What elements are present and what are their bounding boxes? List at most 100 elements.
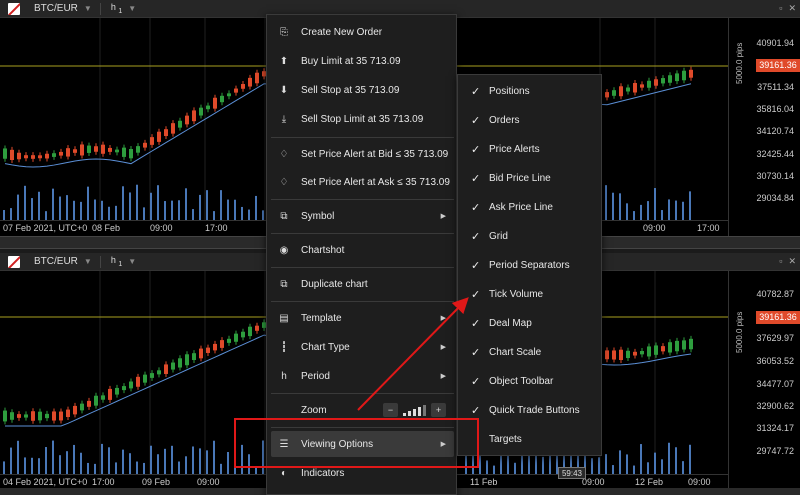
candle[interactable] (682, 340, 686, 350)
candle[interactable] (178, 120, 182, 128)
candle[interactable] (241, 84, 245, 89)
candle[interactable] (17, 152, 21, 160)
candle[interactable] (3, 148, 7, 159)
candle[interactable] (115, 149, 119, 153)
candle[interactable] (619, 349, 623, 361)
menu-item-duplicate-chart[interactable]: ⧉ Duplicate chart (271, 271, 454, 297)
candle[interactable] (185, 115, 189, 125)
candle[interactable] (213, 343, 217, 351)
candle[interactable] (633, 83, 637, 93)
menu-item-template[interactable]: ▤ Template ▶ (271, 305, 454, 331)
submenu-item-positions[interactable]: ✓ Positions (458, 77, 601, 106)
chevron-down-icon[interactable]: ▼ (84, 257, 92, 266)
candle[interactable] (150, 137, 154, 145)
maximize-icon[interactable]: ▫ (779, 3, 782, 14)
candle[interactable] (192, 353, 196, 361)
candle[interactable] (640, 84, 644, 88)
candle[interactable] (178, 358, 182, 368)
zoom-out-icon[interactable]: − (383, 403, 398, 417)
submenu-item-bid-price-line[interactable]: ✓ Bid Price Line (458, 164, 601, 193)
menu-item-period[interactable]: h Period ▶ (271, 363, 454, 389)
candle[interactable] (94, 146, 98, 152)
candle[interactable] (66, 148, 70, 157)
candle[interactable] (52, 411, 56, 421)
candle[interactable] (675, 73, 679, 82)
candle[interactable] (675, 340, 679, 352)
candle[interactable] (241, 331, 245, 338)
candle[interactable] (59, 411, 63, 421)
candle[interactable] (31, 411, 35, 421)
candle[interactable] (122, 386, 126, 391)
candle[interactable] (206, 347, 210, 353)
submenu-item-deal-map[interactable]: ✓ Deal Map (458, 309, 601, 338)
candle[interactable] (220, 95, 224, 103)
bottom-price-axis[interactable]: 40782.87 39161.36 37629.97 36053.52 3447… (728, 271, 800, 488)
chevron-down-icon[interactable]: ▼ (84, 4, 92, 13)
symbol-selector[interactable]: BTC/EUR (34, 256, 78, 267)
candle[interactable] (619, 86, 623, 97)
candle[interactable] (45, 413, 49, 419)
candle[interactable] (199, 107, 203, 116)
candle[interactable] (10, 149, 14, 160)
candle[interactable] (605, 350, 609, 360)
candle[interactable] (612, 350, 616, 360)
close-icon[interactable]: ✕ (788, 3, 796, 14)
candle[interactable] (157, 131, 161, 142)
menu-item-price-alert-ask[interactable]: ♢ Set Price Alert at Ask ≤ 35 713.09 (271, 169, 454, 195)
submenu-item-ask-price-line[interactable]: ✓ Ask Price Line (458, 193, 601, 222)
candle[interactable] (192, 110, 196, 122)
candle[interactable] (185, 354, 189, 366)
candle[interactable] (129, 381, 133, 389)
candle[interactable] (45, 153, 49, 159)
submenu-item-period-separators[interactable]: ✓ Period Separators (458, 251, 601, 280)
candle[interactable] (129, 149, 133, 159)
candle[interactable] (661, 346, 665, 352)
candle[interactable] (206, 105, 210, 110)
candle[interactable] (101, 144, 105, 154)
candle[interactable] (612, 90, 616, 96)
menu-item-create-new-order[interactable]: ⎘ Create New Order (271, 19, 454, 45)
candle[interactable] (52, 153, 56, 157)
candle[interactable] (626, 350, 630, 359)
chevron-down-icon[interactable]: ▼ (128, 4, 136, 13)
period-selector[interactable]: h 1 (111, 2, 122, 15)
candle[interactable] (626, 87, 630, 92)
menu-item-sell-stop[interactable]: ⬇ Sell Stop at 35 713.09 (271, 77, 454, 103)
candle[interactable] (136, 376, 140, 387)
candle[interactable] (59, 151, 63, 156)
candle[interactable] (213, 97, 217, 109)
menu-item-buy-limit[interactable]: ⬆ Buy Limit at 35 713.09 (271, 48, 454, 74)
candle[interactable] (10, 412, 14, 420)
candle[interactable] (199, 348, 203, 359)
candle[interactable] (661, 78, 665, 84)
menu-item-chartshot[interactable]: ◉ Chartshot (271, 237, 454, 263)
candle[interactable] (171, 123, 175, 134)
submenu-item-orders[interactable]: ✓ Orders (458, 106, 601, 135)
candle[interactable] (689, 338, 693, 350)
close-icon[interactable]: ✕ (788, 256, 796, 267)
candle[interactable] (647, 80, 651, 88)
submenu-item-tick-volume[interactable]: ✓ Tick Volume (458, 280, 601, 309)
candle[interactable] (80, 144, 84, 156)
candle[interactable] (157, 370, 161, 375)
candle[interactable] (654, 345, 658, 355)
candle[interactable] (38, 411, 42, 421)
candle[interactable] (94, 395, 98, 406)
candle[interactable] (255, 325, 259, 331)
candle[interactable] (108, 388, 112, 400)
candle[interactable] (87, 400, 91, 407)
candle[interactable] (234, 88, 238, 93)
candle[interactable] (24, 414, 28, 418)
candle[interactable] (654, 79, 658, 86)
candle[interactable] (136, 146, 140, 153)
candle[interactable] (171, 362, 175, 370)
menu-item-symbol[interactable]: ⧉ Symbol ▶ (271, 203, 454, 229)
symbol-selector[interactable]: BTC/EUR (34, 3, 78, 14)
candle[interactable] (227, 338, 231, 343)
candle[interactable] (73, 149, 77, 153)
submenu-item-targets[interactable]: Targets (458, 425, 601, 454)
candle[interactable] (87, 145, 91, 153)
chevron-down-icon[interactable]: ▼ (128, 257, 136, 266)
zoom-in-icon[interactable]: + (431, 403, 446, 417)
candle[interactable] (143, 374, 147, 383)
